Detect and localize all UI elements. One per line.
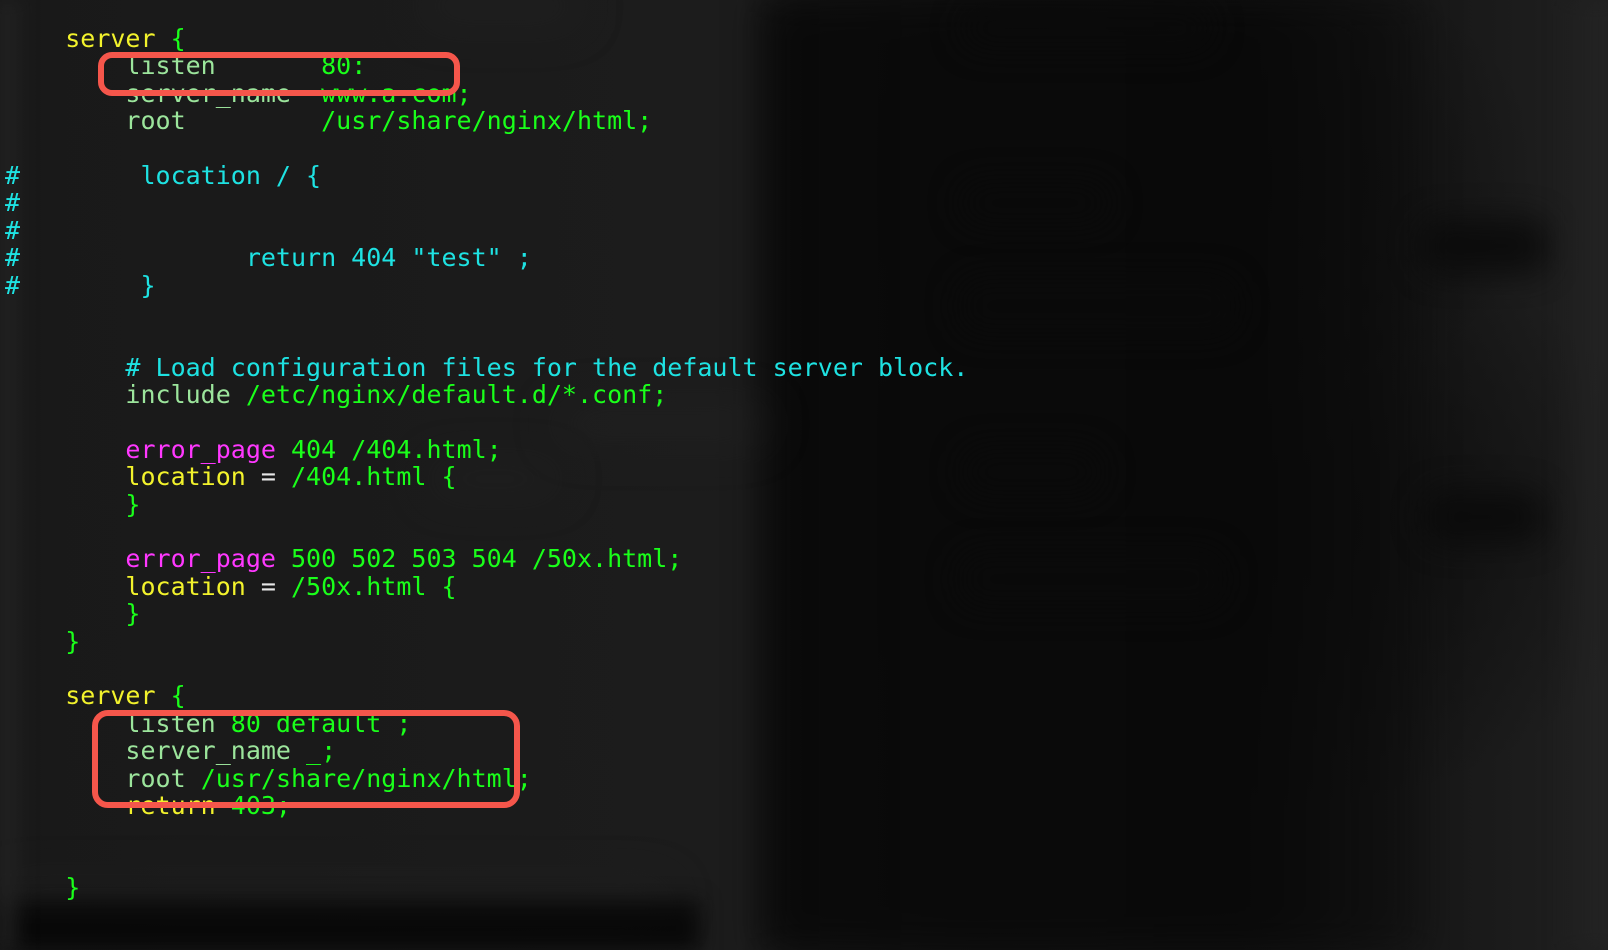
code-line: # return 404 "test" ; — [0, 244, 1608, 271]
code-line: location = /404.html { — [0, 463, 1608, 490]
code-token-val: www.a.com; — [321, 78, 472, 108]
code-token-key: include — [125, 380, 246, 410]
terminal-screen: server { listen 80: server_name www.a.co… — [0, 0, 1608, 950]
code-token-val: /etc/nginx/default.d/*.conf; — [245, 380, 668, 410]
code-token-key: root — [125, 106, 322, 136]
code-token-val: _; — [306, 736, 337, 766]
code-token-comment: # } — [5, 270, 156, 300]
code-token-val: /usr/share/nginx/html; — [321, 106, 653, 136]
code-token-comment: # location / { — [5, 160, 322, 190]
code-token-val: { — [170, 681, 186, 711]
code-token-val: /usr/share/nginx/html; — [200, 763, 532, 793]
code-line: error_page 404 /404.html; — [0, 436, 1608, 463]
code-token-val: /50x.html { — [291, 571, 457, 601]
code-token-val: 80: — [321, 51, 367, 81]
code-token-val: 403; — [230, 790, 291, 820]
code-token-comment: # return 404 "test" ; — [5, 243, 532, 273]
code-token-block: location — [125, 571, 261, 601]
code-line: } — [0, 874, 1608, 901]
code-line: # location / { — [0, 162, 1608, 189]
code-line: root /usr/share/nginx/html; — [0, 107, 1608, 134]
code-token-val: } — [125, 599, 141, 629]
code-line: server { — [0, 682, 1608, 709]
code-line: # — [0, 189, 1608, 216]
code-line: server_name www.a.com; — [0, 80, 1608, 107]
code-token-key: server_name — [125, 736, 307, 766]
code-line: } — [0, 489, 1608, 519]
code-token-key: server_name — [125, 78, 322, 108]
code-token-comment: # — [5, 188, 21, 218]
code-token-block: location — [125, 462, 261, 492]
code-token-comment: # Load configuration files for the defau… — [125, 352, 969, 382]
code-token-key: listen — [125, 708, 231, 738]
code-line: return 403; — [0, 792, 1608, 819]
code-token-val: 500 502 503 504 /50x.html; — [291, 544, 683, 574]
code-token-val: 80 default ; — [230, 708, 412, 738]
code-token-val: } — [65, 626, 81, 656]
code-token-val: /404.html { — [291, 462, 457, 492]
code-token-plain: = — [260, 571, 291, 601]
code-line: location = /50x.html { — [0, 573, 1608, 600]
code-token-block: server — [65, 24, 171, 53]
code-token-key: root — [125, 763, 201, 793]
code-token-plain: = — [260, 462, 291, 492]
code-line: error_page 500 502 503 504 /50x.html; — [0, 545, 1608, 572]
code-line: # Load configuration files for the defau… — [0, 352, 1608, 382]
code-line: # } — [0, 270, 1608, 300]
code-line: root /usr/share/nginx/html; — [0, 763, 1608, 793]
code-line: server { — [0, 25, 1608, 52]
code-line: } — [0, 600, 1608, 627]
code-token-key: listen — [125, 51, 322, 81]
code-line: server_name _; — [0, 737, 1608, 764]
code-token-val: { — [170, 24, 186, 53]
code-token-err: error_page — [125, 544, 291, 574]
code-token-val: } — [65, 873, 81, 903]
code-token-val: 404 /404.html; — [291, 434, 502, 464]
background-blur-shape — [420, 0, 580, 24]
code-line: listen 80: — [0, 52, 1608, 79]
code-token-block: server — [65, 681, 171, 711]
code-line: include /etc/nginx/default.d/*.conf; — [0, 381, 1608, 408]
code-token-block: return — [125, 790, 231, 820]
code-token-comment: # — [5, 215, 21, 245]
code-line: listen 80 default ; — [0, 710, 1608, 737]
code-token-val: } — [125, 489, 141, 519]
code-line: # — [0, 217, 1608, 244]
nginx-config-code[interactable]: server { listen 80: server_name www.a.co… — [0, 25, 1608, 950]
code-token-err: error_page — [125, 434, 291, 464]
code-line: } — [0, 626, 1608, 656]
